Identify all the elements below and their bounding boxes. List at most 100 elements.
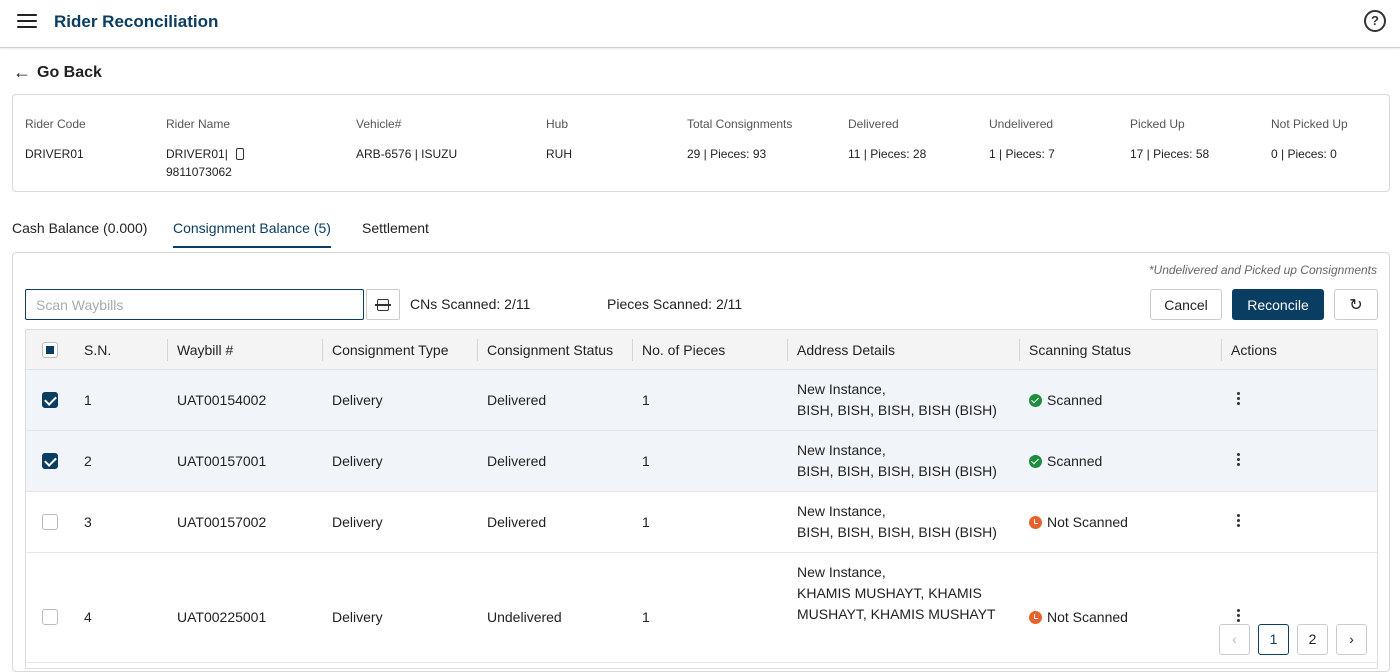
consignment-table: S.N. Waybill # Consignment Type Consignm… [25,329,1378,669]
column-header-pieces[interactable]: No. of Pieces [642,342,725,358]
go-back-label: Go Back [37,63,102,81]
hub-value: RUH [546,147,572,161]
cell-sn: 1 [84,392,92,408]
cancel-button[interactable]: Cancel [1150,289,1222,320]
top-bar: Rider Reconciliation ? [0,0,1400,48]
arrow-left-icon: ← [13,62,31,82]
clock-alert-icon [1029,611,1042,624]
column-header-waybill[interactable]: Waybill # [177,342,233,358]
vehicle-label: Vehicle# [356,117,402,131]
pagination-prev-button[interactable]: ‹ [1219,624,1250,655]
hub-label: Hub [546,117,569,131]
cell-type: Delivery [332,453,383,469]
cell-sn: 4 [84,609,92,625]
cell-type: Delivery [332,392,383,408]
total-consignments-label: Total Consignments [687,117,793,131]
rider-name-label: Rider Name [166,117,231,131]
help-circle-icon[interactable]: ? [1364,10,1386,32]
scan-status-label: Scanned [1047,392,1103,408]
cell-status: Undelivered [487,609,562,625]
cell-status: Delivered [487,392,547,408]
cell-waybill: UAT00157002 [177,514,267,530]
not-picked-up-value: 0 | Pieces: 0 [1271,147,1337,161]
table-row[interactable]: 3 UAT00157002 Delivery Delivered 1 New I… [26,492,1377,553]
pagination-next-button[interactable]: › [1336,624,1367,655]
row-checkbox[interactable] [42,392,58,408]
refresh-icon[interactable]: ↻ [1334,289,1378,320]
cell-sn: 3 [84,514,92,530]
row-checkbox[interactable] [42,609,58,625]
address-line: MUSHAYT, KHAMIS MUSHAYT [797,606,996,622]
clock-alert-icon [1029,516,1042,529]
picked-up-field: Picked Up 17 | Pieces: 58 [1130,117,1209,163]
column-header-consignment-status[interactable]: Consignment Status [487,342,613,358]
not-picked-up-field: Not Picked Up 0 | Pieces: 0 [1271,117,1348,163]
pagination-page-2[interactable]: 2 [1297,624,1328,655]
table-row[interactable]: 2 UAT00157001 Delivery Delivered 1 New I… [26,431,1377,492]
column-header-sn[interactable]: S.N. [84,342,111,358]
hub-field: Hub RUH [546,117,572,163]
barcode-scan-button[interactable] [366,289,400,320]
table-header: S.N. Waybill # Consignment Type Consignm… [26,330,1377,370]
column-header-scanning-status[interactable]: Scanning Status [1029,342,1131,358]
phone-icon [235,148,244,160]
address-line: BISH, BISH, BISH, BISH (BISH) [797,402,997,418]
column-header-address[interactable]: Address Details [797,342,895,358]
rider-code-field: Rider Code DRIVER01 [25,117,86,163]
rider-phone-value: 9811073062 [166,165,232,179]
row-checkbox[interactable] [42,514,58,530]
more-vertical-icon[interactable] [1233,392,1243,408]
address-line: New Instance, [797,381,886,397]
cell-pieces: 1 [642,609,650,625]
table-row[interactable]: 4 UAT00225001 Delivery Undelivered 1 New… [26,553,1377,663]
go-back-link[interactable]: ← Go Back [13,62,102,83]
rider-code-value: DRIVER01 [25,147,84,161]
table-row[interactable]: 1 UAT00154002 Delivery Delivered 1 New I… [26,370,1377,431]
cell-pieces: 1 [642,453,650,469]
undelivered-field: Undelivered 1 | Pieces: 7 [989,117,1055,163]
cell-sn: 2 [84,453,92,469]
tab-cash-balance[interactable]: Cash Balance (0.000) [12,220,147,246]
pagination-page-1[interactable]: 1 [1258,624,1289,655]
scan-status: Scanned [1029,390,1102,411]
tab-consignment-balance[interactable]: Consignment Balance (5) [173,220,331,248]
cell-status: Delivered [487,453,547,469]
select-all-checkbox[interactable] [42,342,58,358]
address-line: New Instance, [797,442,886,458]
reconcile-button[interactable]: Reconcile [1232,289,1324,320]
vehicle-field: Vehicle# ARB-6576 | ISUZU [356,117,457,163]
address-line: New Instance, [797,503,886,519]
scan-status: Not Scanned [1029,512,1128,533]
column-header-consignment-type[interactable]: Consignment Type [332,342,448,358]
cell-waybill: UAT00225001 [177,609,267,625]
delivered-label: Delivered [848,117,899,131]
not-picked-up-label: Not Picked Up [1271,117,1348,131]
rider-name-field: Rider Name DRIVER01| 9811073062 [166,117,244,181]
row-checkbox[interactable] [42,453,58,469]
undelivered-value: 1 | Pieces: 7 [989,147,1055,161]
hamburger-icon[interactable] [17,14,37,30]
cell-type: Delivery [332,609,383,625]
page-title: Rider Reconciliation [54,12,219,31]
delivered-value: 11 | Pieces: 28 [848,147,927,161]
scan-waybills-input[interactable] [25,289,364,320]
check-circle-icon [1029,394,1042,407]
more-vertical-icon[interactable] [1233,609,1243,625]
address-line: BISH, BISH, BISH, BISH (BISH) [797,463,997,479]
cell-status: Delivered [487,514,547,530]
cell-address: New Instance, KHAMIS MUSHAYT, KHAMIS MUS… [797,562,996,625]
rider-code-label: Rider Code [25,117,86,131]
more-vertical-icon[interactable] [1233,453,1243,469]
cell-address: New Instance, BISH, BISH, BISH, BISH (BI… [797,501,997,543]
cns-scanned-count: CNs Scanned: 2/11 [410,296,531,312]
total-consignments-field: Total Consignments 29 | Pieces: 93 [687,117,792,163]
cell-waybill: UAT00157001 [177,453,267,469]
cell-waybill: UAT00154002 [177,392,267,408]
scan-status: Not Scanned [1029,607,1128,628]
cell-type: Delivery [332,514,383,530]
undelivered-label: Undelivered [989,117,1054,131]
rider-name-value: DRIVER01| [166,147,228,161]
tab-settlement[interactable]: Settlement [362,220,429,246]
consignment-note: *Undelivered and Picked up Consignments [1148,263,1377,277]
more-vertical-icon[interactable] [1233,514,1243,530]
